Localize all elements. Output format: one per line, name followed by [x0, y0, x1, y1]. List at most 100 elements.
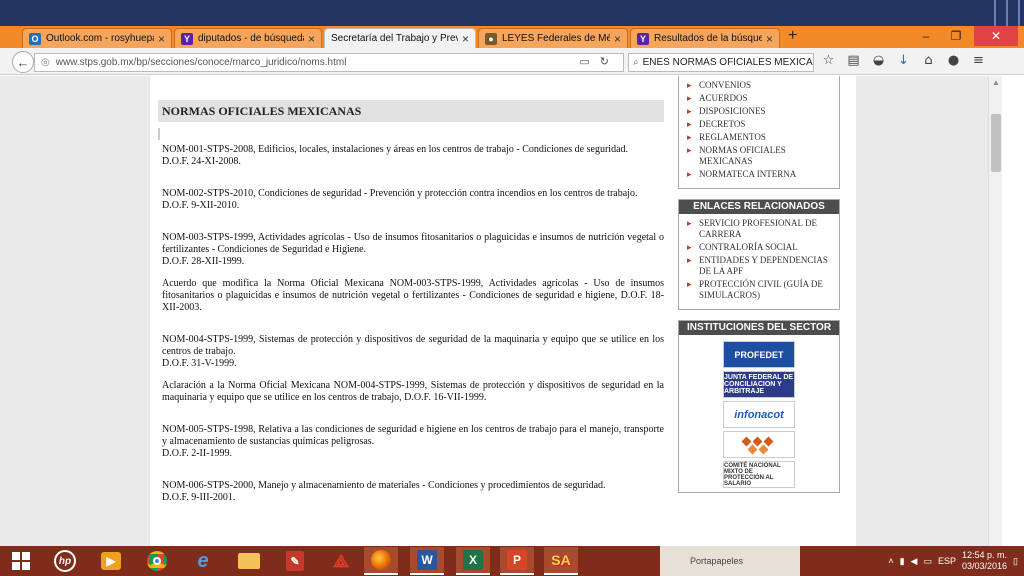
tab-stps[interactable]: Secretaría del Trabajo y Previsi... × — [324, 28, 476, 48]
enlaces-box: ENLACES RELACIONADOS SERVICIO PROFESIONA… — [678, 199, 840, 310]
minimize-button[interactable]: – — [912, 26, 940, 46]
language-indicator[interactable]: ESP — [938, 556, 956, 566]
sidebar-item-convenios[interactable]: CONVENIOS — [685, 80, 835, 91]
search-input[interactable]: ⌕ ENES NORMAS OFICIALES MEXICANAS → — [628, 53, 814, 72]
sidebar-item-proteccion[interactable]: PROTECCIÓN CIVIL (GUÍA DE SIMULACROS) — [685, 279, 835, 301]
scrollbar-thumb[interactable] — [991, 114, 1001, 172]
powerpoint-icon[interactable]: P — [500, 547, 534, 575]
powerpoint-logo: P — [507, 550, 527, 570]
close-window-button[interactable]: ✕ — [974, 26, 1018, 46]
play-icon: ▶ — [101, 552, 121, 570]
download-icon[interactable]: ↓ — [895, 53, 912, 72]
media-player-icon[interactable]: ▶ — [94, 547, 128, 575]
close-tab-icon[interactable]: × — [614, 32, 621, 46]
norm-item: NOM-001-STPS-2008, Edificios, locales, i… — [162, 144, 664, 168]
infonacot-logo[interactable]: infonacot — [723, 401, 795, 428]
home-icon[interactable]: ⌂ — [920, 53, 937, 72]
conasami-logo[interactable] — [723, 431, 795, 458]
hp-logo: hp — [54, 550, 76, 572]
battery-icon[interactable]: ▭ — [923, 556, 932, 567]
url-text: www.stps.gob.mx/bp/secciones/conoce/marc… — [55, 57, 347, 68]
chrome-icon[interactable] — [140, 547, 174, 575]
norm-item: NOM-003-STPS-1999, Actividades agrícolas… — [162, 232, 664, 314]
bookmark-star-icon[interactable]: ☆ — [820, 53, 837, 72]
app-logo: ✎ — [286, 551, 304, 571]
sidebar: CONVENIOS ACUERDOS DISPOSICIONES DECRETO… — [678, 76, 840, 503]
app-icon[interactable]: ✎ — [278, 547, 312, 575]
tab-resultados[interactable]: Y Resultados de la búsqued... × — [630, 28, 780, 48]
profedet-logo[interactable]: PROFEDET — [723, 341, 795, 368]
tab-leyes[interactable]: ● LEYES Federales de México × — [478, 28, 628, 48]
vertical-scrollbar[interactable]: ▲ — [988, 76, 1002, 546]
clock-date: 03/03/2016 — [962, 561, 1008, 571]
sidebar-item-contraloria[interactable]: CONTRALORÍA SOCIAL — [685, 242, 835, 253]
norm-note[interactable]: Acuerdo que modifica la Norma Oficial Me… — [162, 278, 664, 314]
tray-up-icon[interactable]: ˄ — [888, 556, 893, 566]
norm-dof: D.O.F. 2-II-1999. — [162, 448, 233, 459]
ie-icon[interactable]: e — [186, 547, 220, 575]
decor-line — [1018, 0, 1020, 26]
close-tab-icon[interactable]: × — [158, 32, 165, 46]
sidebar-item-normas[interactable]: NORMAS OFICIALES MEXICANAS — [685, 145, 835, 167]
close-tab-icon[interactable]: × — [766, 32, 773, 46]
tab-diputados[interactable]: Y diputados - de búsqueda × — [174, 28, 322, 48]
jfca-logo[interactable]: JUNTA FEDERAL DE CONCILIACION Y ARBITRAJ… — [723, 371, 795, 398]
norm-note[interactable]: Aclaración a la Norma Oficial Mexicana N… — [162, 380, 664, 404]
word-icon[interactable]: W — [410, 547, 444, 575]
norm-dof: D.O.F. 24-XI-2008. — [162, 156, 241, 167]
norm-text[interactable]: NOM-005-STPS-1998, Relativa a las condic… — [162, 424, 664, 447]
sidebar-item-decretos[interactable]: DECRETOS — [685, 119, 835, 130]
toolbar-icons: ☆ ▤ ◒ ↓ ⌂ ● ≡ — [820, 53, 987, 72]
hp-icon[interactable]: hp — [48, 547, 82, 575]
norm-text[interactable]: NOM-003-STPS-1999, Actividades agrícolas… — [162, 232, 664, 255]
folder-icon — [238, 553, 260, 569]
tab-outlook[interactable]: O Outlook.com - rosyhuepa... × — [22, 28, 172, 48]
sidebar-item-entidades[interactable]: ENTIDADES Y DEPENDENCIAS DE LA APF — [685, 255, 835, 277]
search-icon: ⌕ — [633, 57, 639, 68]
file-explorer-icon[interactable] — [232, 547, 266, 575]
scroll-up-icon[interactable]: ▲ — [992, 78, 1000, 87]
close-tab-icon[interactable]: × — [308, 32, 315, 46]
excel-icon[interactable]: X — [456, 547, 490, 575]
notifications-icon[interactable]: ▯ — [1013, 556, 1018, 567]
firefox-icon[interactable] — [364, 547, 398, 575]
acrobat-icon[interactable]: ⟁ — [324, 547, 358, 575]
bookmarks-list-icon[interactable]: ▤ — [845, 53, 862, 72]
info-icon[interactable]: ◎ — [41, 57, 50, 68]
sidebar-item-servicio[interactable]: SERVICIO PROFESIONAL DE CARRERA — [685, 218, 835, 240]
volume-icon[interactable]: ◀ — [911, 556, 918, 567]
sidebar-item-acuerdos[interactable]: ACUERDOS — [685, 93, 835, 104]
sa-icon[interactable]: SA — [544, 547, 578, 575]
menu-icon[interactable]: ≡ — [970, 53, 987, 72]
new-tab-button[interactable]: + — [788, 27, 797, 45]
network-icon[interactable]: ▮ — [900, 556, 905, 567]
clock-time: 12:54 p. m. — [962, 550, 1008, 560]
close-tab-icon[interactable]: × — [462, 32, 469, 46]
search-value: ENES NORMAS OFICIALES MEXICANAS — [642, 57, 813, 68]
address-bar[interactable]: ◎ www.stps.gob.mx/bp/secciones/conoce/ma… — [34, 53, 624, 72]
back-button[interactable]: ← — [12, 51, 34, 73]
norm-text[interactable]: NOM-002-STPS-2010, Condiciones de seguri… — [162, 188, 637, 199]
page-container: NORMAS OFICIALES MEXICANAS NOM-001-STPS-… — [150, 76, 856, 546]
sidebar-item-normateca[interactable]: NORMATECA INTERNA — [685, 169, 835, 180]
chat-icon[interactable]: ● — [945, 53, 962, 72]
sidebar-item-reglamentos[interactable]: REGLAMENTOS — [685, 132, 835, 143]
norm-item: NOM-006-STPS-2000, Manejo y almacenamien… — [162, 480, 664, 504]
windows-logo-icon — [12, 552, 30, 570]
norm-text[interactable]: NOM-001-STPS-2008, Edificios, locales, i… — [162, 144, 628, 155]
reload-icon[interactable]: ↻ — [600, 56, 619, 68]
sidebar-item-disposiciones[interactable]: DISPOSICIONES — [685, 106, 835, 117]
page-title: NORMAS OFICIALES MEXICANAS — [158, 100, 664, 122]
restore-button[interactable]: ❐ — [942, 26, 970, 46]
reader-view-icon[interactable]: ▭ — [579, 56, 599, 68]
clock[interactable]: 12:54 p. m. 03/03/2016 — [962, 550, 1007, 572]
cnmps-logo[interactable]: COMITÉ NACIONAL MIXTO DE PROTECCIÓN AL S… — [723, 461, 795, 488]
norm-text[interactable]: NOM-006-STPS-2000, Manejo y almacenamien… — [162, 480, 606, 491]
divider — [158, 128, 160, 140]
pocket-icon[interactable]: ◒ — [870, 53, 887, 72]
firefox-logo — [371, 550, 391, 570]
instituciones-box: INSTITUCIONES DEL SECTOR PROFEDET JUNTA … — [678, 320, 840, 493]
norm-item: NOM-004-STPS-1999, Sistemas de protecció… — [162, 334, 664, 404]
windows-start-icon[interactable] — [4, 547, 38, 575]
norm-text[interactable]: NOM-004-STPS-1999, Sistemas de protecció… — [162, 334, 664, 357]
